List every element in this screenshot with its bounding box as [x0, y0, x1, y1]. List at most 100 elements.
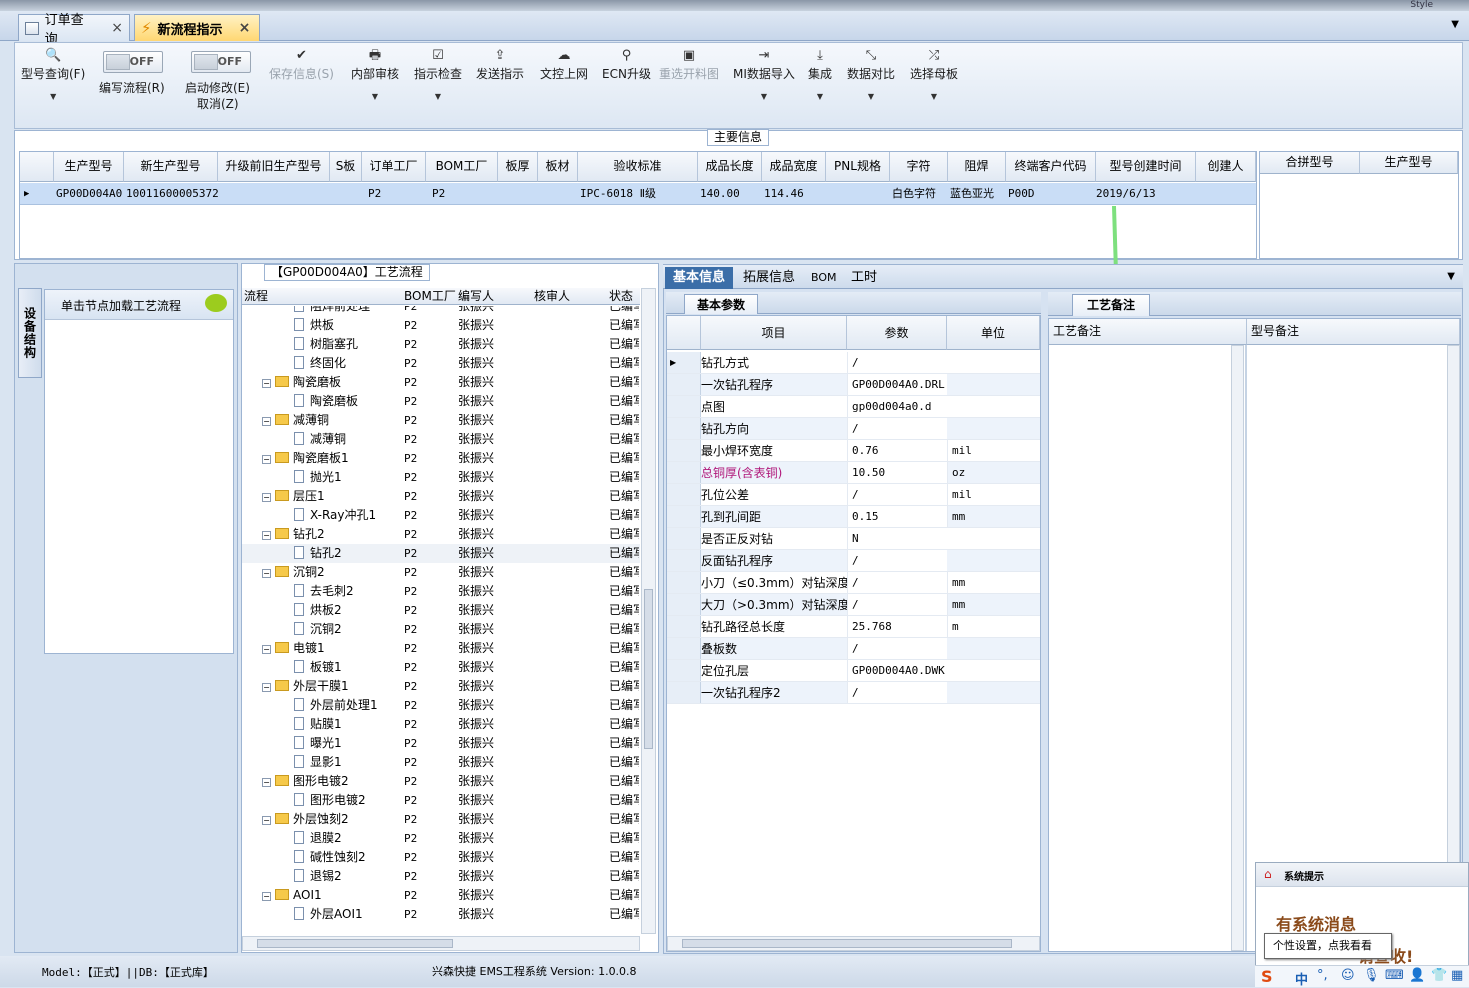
collapse-icon[interactable]: − — [262, 531, 271, 540]
tree-row[interactable]: 外层前处理1 P2 张振兴 已编写 — [242, 696, 640, 715]
tree-row[interactable]: 烘板2 P2 张振兴 已编写 — [242, 601, 640, 620]
param-row[interactable]: 总铜厚(含表铜) 10.50 oz — [667, 462, 1040, 484]
model-query-button[interactable]: 🔍 型号查询(F) ▼ — [21, 47, 85, 101]
col-header[interactable]: BOM工厂 — [404, 288, 456, 304]
col-header[interactable]: 字符 — [890, 152, 948, 182]
col-header[interactable]: S板 — [330, 152, 362, 182]
scroll-thumb[interactable] — [682, 939, 1012, 948]
param-row[interactable]: 是否正反对钻 N — [667, 528, 1040, 550]
col-header[interactable]: 流程 — [244, 288, 268, 304]
param-value[interactable]: / — [847, 418, 947, 439]
row-selector[interactable] — [667, 594, 701, 615]
select-mother-button[interactable]: ⤮ 选择母板 ▼ — [910, 47, 958, 101]
dropdown-arrow-icon[interactable]: ▼ — [1447, 271, 1455, 282]
emoji-icon[interactable]: ☺ — [1341, 968, 1355, 983]
param-row[interactable]: 钻孔路径总长度 25.768 m — [667, 616, 1040, 638]
enable-edit-toggle[interactable]: OFF — [191, 51, 251, 73]
collapse-icon[interactable]: − — [262, 892, 271, 901]
tab-basic-params[interactable]: 基本参数 — [684, 294, 759, 314]
tree-row[interactable]: 树脂塞孔 P2 张振兴 已编写 — [242, 335, 640, 354]
close-icon[interactable]: × — [111, 20, 123, 36]
close-icon[interactable]: × — [239, 20, 251, 36]
param-value[interactable]: 0.76 — [847, 440, 947, 461]
tab-process-notes[interactable]: 工艺备注 — [1072, 294, 1151, 316]
tab-work-hours[interactable]: 工时 — [843, 267, 885, 289]
collapse-icon[interactable]: − — [262, 493, 271, 502]
vertical-scrollbar[interactable] — [1447, 345, 1460, 865]
row-selector[interactable] — [667, 506, 701, 527]
row-selector[interactable] — [667, 550, 701, 571]
param-row[interactable]: 点图 gp00d004a0.d — [667, 396, 1040, 418]
collapse-icon[interactable]: − — [262, 683, 271, 692]
col-header[interactable]: 参数 — [847, 316, 947, 350]
tree-row[interactable]: 终固化 P2 张振兴 已编写 — [242, 354, 640, 373]
row-selector[interactable] — [667, 396, 701, 417]
row-selector[interactable] — [667, 682, 701, 703]
tree-row[interactable]: 板镀1 P2 张振兴 已编写 — [242, 658, 640, 677]
col-header[interactable]: 阻焊 — [948, 152, 1006, 182]
col-header[interactable]: 成品宽度 — [762, 152, 826, 182]
indicate-check-button[interactable]: ☑ 指示检查 ▼ — [414, 47, 462, 101]
param-value[interactable]: 10.50 — [847, 462, 947, 483]
horizontal-scrollbar[interactable] — [667, 936, 1040, 951]
param-value[interactable]: / — [847, 484, 947, 505]
scroll-thumb[interactable] — [644, 589, 653, 749]
param-row[interactable]: 钻孔方向 / — [667, 418, 1040, 440]
col-header[interactable]: 板材 — [538, 152, 578, 182]
tree-row[interactable]: 沉铜2 P2 张振兴 已编写 — [242, 620, 640, 639]
reselect-drawing-button[interactable]: ▣ 重选开料图 — [659, 47, 719, 82]
tree-row[interactable]: 碱性蚀刻2 P2 张振兴 已编写 — [242, 848, 640, 867]
param-value[interactable]: / — [847, 352, 947, 373]
col-header[interactable]: 单位 — [947, 316, 1040, 350]
col-header[interactable]: 终端客户代码 — [1006, 152, 1096, 182]
param-value[interactable]: gp00d004a0.d — [847, 396, 947, 417]
param-row[interactable]: 小刀（≤0.3mm）对钻深度 / mm — [667, 572, 1040, 594]
col-header[interactable]: 新生产型号 — [124, 152, 218, 182]
col-header[interactable]: PNL规格 — [826, 152, 890, 182]
param-value[interactable]: GP00D004A0.DWK — [847, 660, 947, 681]
row-selector[interactable]: ▶ — [667, 352, 701, 373]
tree-row[interactable]: − 陶瓷磨板1 P2 张振兴 已编写 — [242, 449, 640, 468]
ecn-upgrade-button[interactable]: ⚲ ECN升级 — [602, 47, 651, 82]
col-header[interactable]: 板厚 — [498, 152, 538, 182]
tree-row[interactable]: 减薄铜 P2 张振兴 已编写 — [242, 430, 640, 449]
param-value[interactable]: / — [847, 682, 947, 703]
row-selector[interactable] — [667, 462, 701, 483]
dropdown-arrow-icon[interactable]: ▼ — [1451, 19, 1459, 30]
col-header[interactable]: 状态 — [609, 288, 633, 304]
param-value[interactable]: 25.768 — [847, 616, 947, 637]
param-row[interactable]: 叠板数 / — [667, 638, 1040, 660]
param-value[interactable]: / — [847, 594, 947, 615]
upload-file-button[interactable]: ☁ 文控上网 — [540, 47, 588, 82]
tab-extended-info[interactable]: 拓展信息 — [735, 267, 803, 289]
param-value[interactable]: GP00D004A0.DRL — [847, 374, 947, 395]
col-header[interactable]: 订单工厂 — [362, 152, 426, 182]
tree-row[interactable]: − 层压1 P2 张振兴 已编写 — [242, 487, 640, 506]
vertical-scrollbar[interactable] — [1231, 345, 1244, 951]
table-row[interactable]: ▶ GP00D004A0 10011600005372 P2 P2 IPC-60… — [20, 183, 1256, 205]
horizontal-scrollbar[interactable] — [242, 936, 640, 951]
tree-row[interactable]: 外层AOI1 P2 张振兴 已编写 — [242, 905, 640, 924]
col-header[interactable]: 生产型号 — [54, 152, 124, 182]
col-header[interactable]: 创建人 — [1196, 152, 1256, 182]
tree-row[interactable]: 抛光1 P2 张振兴 已编写 — [242, 468, 640, 487]
tab-basic-info[interactable]: 基本信息 — [665, 267, 734, 289]
col-header[interactable]: 合拼型号 — [1260, 152, 1360, 174]
row-selector[interactable] — [667, 572, 701, 593]
tree-row[interactable]: 钻孔2 P2 张振兴 已编写 — [242, 544, 640, 563]
microphone-icon[interactable]: 🎙 — [1363, 968, 1380, 983]
tree-row[interactable]: 烘板 P2 张振兴 已编写 — [242, 316, 640, 335]
row-selector[interactable] — [667, 484, 701, 505]
col-header[interactable]: 项目 — [701, 316, 847, 350]
param-row[interactable]: 孔到孔间距 0.15 mm — [667, 506, 1040, 528]
tree-row[interactable]: 曝光1 P2 张振兴 已编写 — [242, 734, 640, 753]
collapse-icon[interactable]: − — [262, 816, 271, 825]
tree-row[interactable]: − 图形电镀2 P2 张振兴 已编写 — [242, 772, 640, 791]
tree-row[interactable]: − AOI1 P2 张振兴 已编写 — [242, 886, 640, 905]
col-header[interactable]: 验收标准 — [578, 152, 698, 182]
keyboard-icon[interactable]: ⌨ — [1385, 968, 1404, 983]
tree-row[interactable]: − 减薄铜 P2 张振兴 已编写 — [242, 411, 640, 430]
save-info-button[interactable]: ✔ 保存信息(S) — [269, 47, 334, 82]
param-row[interactable]: 反面钻孔程序 / — [667, 550, 1040, 572]
sogou-icon[interactable]: S — [1261, 967, 1273, 986]
